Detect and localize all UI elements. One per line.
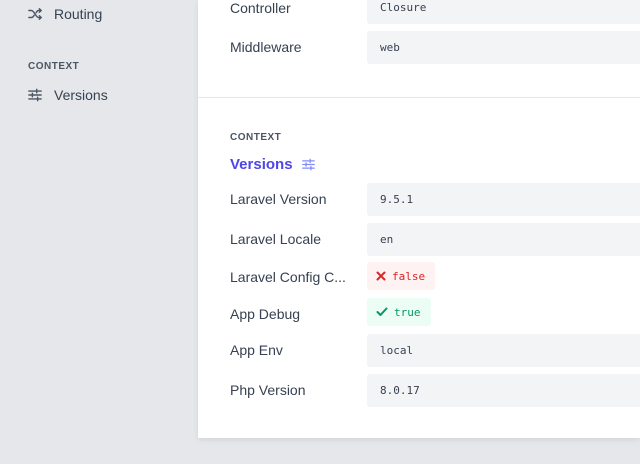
status-badge-false: false [367, 262, 436, 290]
section-title-text: Versions [230, 156, 293, 173]
row-value-laravel-version: 9.5.1 [367, 183, 640, 216]
row-value-laravel-locale: en [367, 223, 640, 256]
section-title-versions: Versions [230, 156, 315, 173]
row-label-middleware: Middleware [230, 39, 302, 55]
row-label-laravel-config-cached: Laravel Config C... [230, 269, 346, 285]
badge-text: true [394, 305, 421, 319]
shuffle-icon [28, 7, 42, 21]
context-heading: CONTEXT [230, 132, 282, 143]
section-divider [198, 97, 640, 98]
main-card [198, 0, 640, 438]
row-value-middleware: web [367, 31, 640, 64]
row-label-laravel-version: Laravel Version [230, 191, 327, 207]
row-value-app-env: local [367, 334, 640, 367]
sidebar-item-label: Versions [54, 87, 108, 103]
row-label-app-env: App Env [230, 342, 283, 358]
sidebar-section-heading: CONTEXT [28, 61, 80, 72]
row-label-laravel-locale: Laravel Locale [230, 231, 322, 247]
row-label-app-debug: App Debug [230, 306, 301, 322]
row-value-controller: Closure [367, 0, 640, 24]
sidebar-item-label: Routing [54, 6, 103, 22]
sidebar: Routing CONTEXT Versions [0, 0, 198, 464]
check-icon [376, 307, 388, 317]
status-badge-true: true [367, 298, 431, 326]
sidebar-item-versions[interactable]: Versions [28, 87, 108, 103]
row-label-php-version: Php Version [230, 382, 306, 398]
sidebar-item-routing[interactable]: Routing [28, 6, 102, 22]
sliders-icon [301, 158, 315, 171]
x-icon [376, 271, 386, 281]
badge-text: false [392, 269, 426, 283]
row-label-controller: Controller [230, 0, 291, 16]
sliders-icon [28, 88, 42, 102]
row-value-php-version: 8.0.17 [367, 374, 640, 407]
